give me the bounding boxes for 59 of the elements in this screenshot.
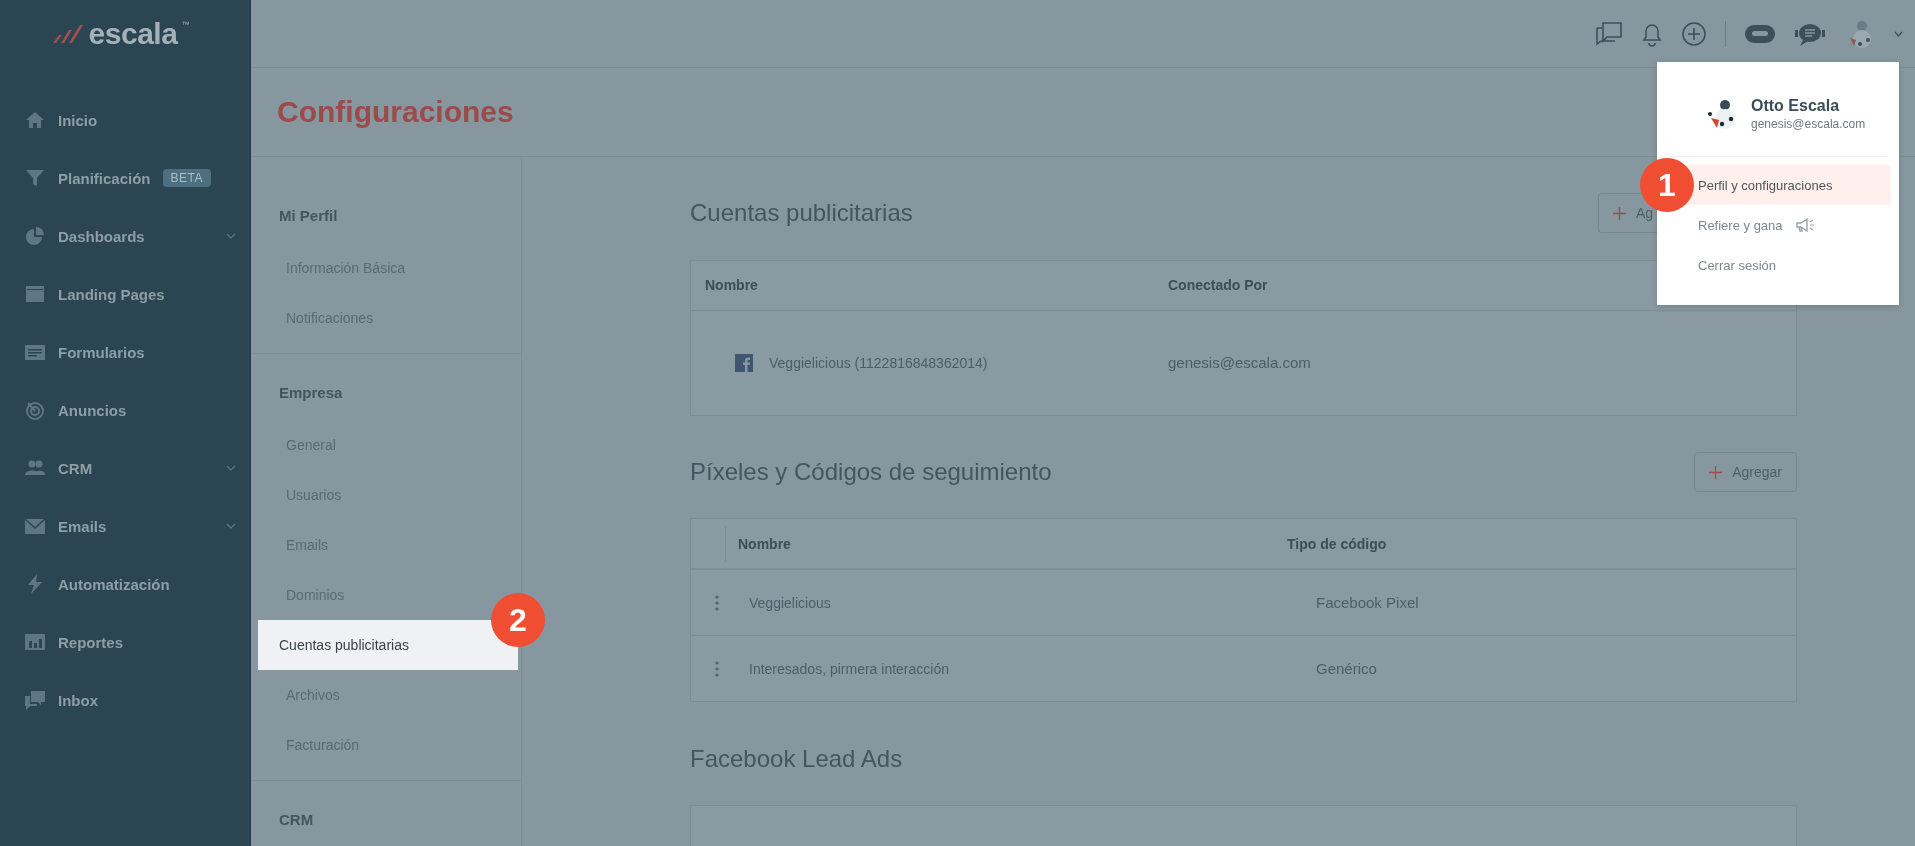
nav-item[interactable]: Inbox xyxy=(0,671,250,729)
table-cell: Genérico xyxy=(1316,660,1377,678)
nav-item[interactable]: Reportes xyxy=(0,613,250,671)
megaphone-icon xyxy=(1794,217,1815,233)
nav-item[interactable]: Dashboards xyxy=(0,207,250,265)
add-icon[interactable] xyxy=(1681,20,1707,47)
section-heading: Empresa xyxy=(278,384,344,403)
avatar-icon xyxy=(1707,98,1737,130)
add-button[interactable]: Ag xyxy=(1597,193,1657,234)
nav-item[interactable]: CRM xyxy=(0,439,250,497)
chevron-down-icon xyxy=(226,523,236,529)
section-heading: CRM xyxy=(278,811,315,830)
nav-item[interactable]: Anuncios xyxy=(0,381,250,439)
beta-badge: BETA xyxy=(162,169,211,187)
table-cell: Facebook Pixel xyxy=(1316,594,1419,612)
browser-window-icon xyxy=(24,283,46,305)
table-cell-text: Veggielicious xyxy=(748,594,832,611)
chevron-down-icon xyxy=(226,465,236,471)
user-name: Otto Escala xyxy=(1751,97,1841,115)
chat-icon[interactable] xyxy=(1595,20,1623,47)
nav-item[interactable]: Inicio xyxy=(0,91,250,149)
filter-icon xyxy=(24,167,46,189)
section-heading: Mi Perfil xyxy=(278,207,339,226)
nav-item[interactable]: Automatización xyxy=(0,555,250,613)
chat-icon xyxy=(24,689,46,711)
menu-item[interactable]: Cerrar sesión xyxy=(1678,245,1891,285)
column-header: Nombre xyxy=(704,277,759,294)
table-cell-text: Interesados, pirmera interacción xyxy=(748,660,950,677)
bar-chart-icon xyxy=(24,631,46,653)
facebook-icon xyxy=(735,353,753,372)
robot-icon[interactable] xyxy=(1744,22,1776,45)
chevron-down-icon xyxy=(226,233,236,239)
section-title: Facebook Lead Ads xyxy=(690,744,903,773)
nav-item[interactable]: Planificación BETA xyxy=(0,149,250,207)
page-title: Configuraciones xyxy=(277,95,514,129)
home-icon xyxy=(24,109,46,131)
section-title: Píxeles y Códigos de seguimiento xyxy=(690,458,1052,486)
nav-item[interactable]: Formularios xyxy=(0,323,250,381)
trademark: ™ xyxy=(181,20,190,29)
table-cell: Veggielicious (1122816848362014) xyxy=(769,354,988,371)
add-button[interactable]: Agregar xyxy=(1694,452,1797,492)
user-email: genesis@escala.com xyxy=(1751,117,1866,131)
nav-item[interactable]: Emails xyxy=(0,497,250,555)
column-header: Conectado Por xyxy=(1168,277,1268,294)
column-header: Tipo de código xyxy=(1287,535,1387,552)
step-badge: 2 xyxy=(491,593,545,647)
more-options-icon[interactable] xyxy=(715,594,719,611)
pie-chart-icon xyxy=(24,225,46,247)
logo-text: escala xyxy=(88,16,178,51)
plus-icon xyxy=(1612,206,1626,220)
chevron-down-icon[interactable] xyxy=(1894,30,1903,37)
nav-item[interactable]: Landing Pages xyxy=(0,265,250,323)
column-header: Nombre xyxy=(737,535,792,552)
more-options-icon[interactable] xyxy=(715,660,719,677)
table-cell: genesis@escala.com xyxy=(1168,354,1311,372)
logo-icon xyxy=(50,22,85,45)
section-title: Cuentas publicitarias xyxy=(690,199,913,228)
plus-icon xyxy=(1709,465,1723,479)
target-icon xyxy=(24,399,46,421)
